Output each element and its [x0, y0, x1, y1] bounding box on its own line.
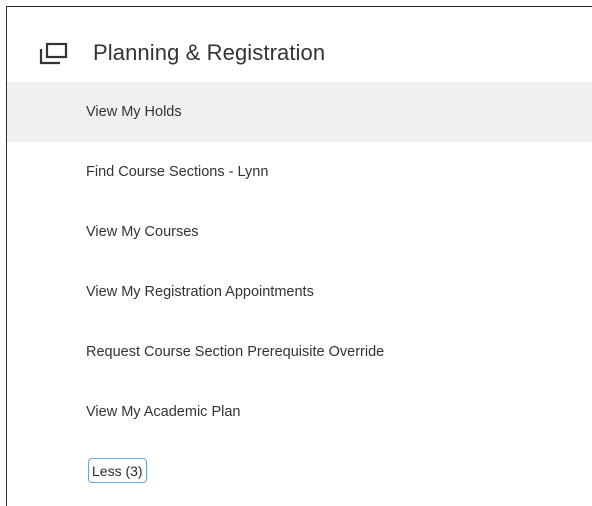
menu-item-view-my-holds[interactable]: View My Holds [7, 82, 592, 142]
menu-item-request-prerequisite-override[interactable]: Request Course Section Prerequisite Over… [7, 322, 592, 382]
task-menu: View My Holds Find Course Sections - Lyn… [7, 82, 592, 442]
section-header: Planning & Registration [7, 7, 592, 82]
windows-stack-icon [38, 42, 68, 66]
section-title: Planning & Registration [93, 40, 326, 65]
worklet-panel: Planning & Registration View My Holds Fi… [6, 6, 592, 506]
menu-item-view-academic-plan[interactable]: View My Academic Plan [7, 382, 592, 442]
less-button[interactable]: Less (3) [88, 458, 147, 483]
menu-item-view-my-courses[interactable]: View My Courses [7, 202, 592, 262]
menu-item-view-registration-appointments[interactable]: View My Registration Appointments [7, 262, 592, 322]
menu-item-find-course-sections[interactable]: Find Course Sections - Lynn [7, 142, 592, 202]
